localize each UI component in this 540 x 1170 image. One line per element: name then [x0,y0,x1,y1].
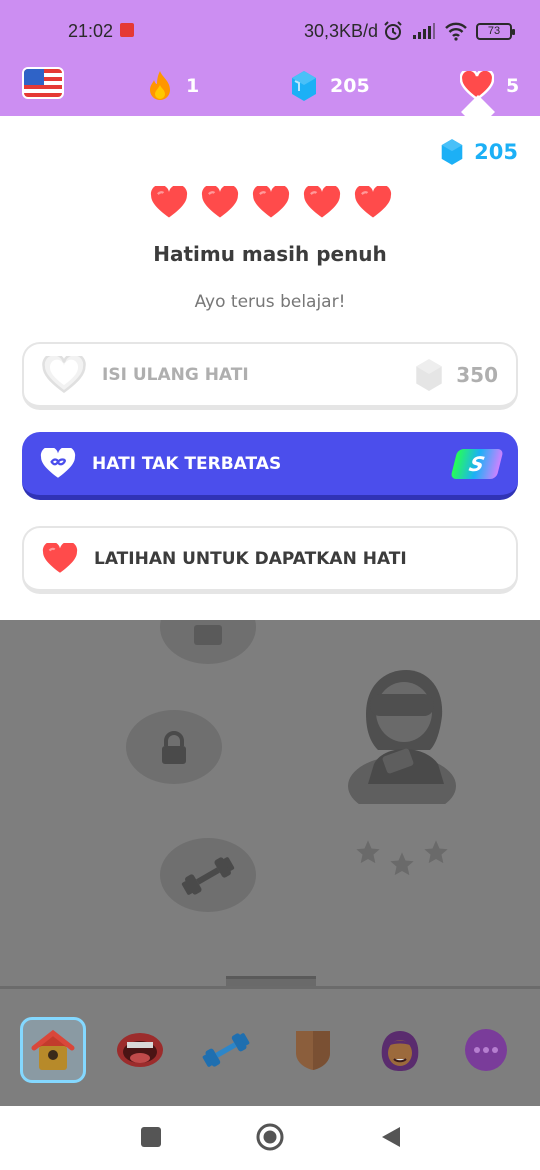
nav-profile[interactable] [367,1017,433,1083]
refill-price-value: 350 [456,362,498,387]
refill-hearts-button[interactable]: ISI ULANG HATI 350 [22,342,518,410]
back-icon[interactable] [380,1125,402,1149]
more-icon [465,1029,507,1071]
status-time: 21:02 [68,21,114,41]
dumbbell-icon [181,857,235,895]
star-icon [390,852,414,876]
hearts-row [150,186,392,220]
heart-icon [252,186,290,218]
path-divider [226,976,316,986]
status-icons: 73 [382,20,515,42]
network-speed: 30,3KB/d [304,21,379,41]
league-icon [296,1031,330,1070]
hearts-counter[interactable]: 5 [460,66,519,106]
gems-counter[interactable]: 205 [290,66,370,106]
super-badge-icon: S [450,448,504,479]
gem-icon [292,71,316,101]
hearts-subtitle: Ayo terus belajar! [194,292,346,312]
practice-earn-hearts-button[interactable]: LATIHAN UNTUK DAPATKAN HATI [22,526,518,594]
speaking-icon [117,1033,163,1067]
unlimited-label: HATI TAK TERBATAS [92,453,282,474]
profile-icon [381,1031,419,1071]
practice-label: LATIHAN UNTUK DAPATKAN HATI [94,548,407,569]
bottom-nav [0,986,540,1106]
star-icon [356,840,380,864]
system-nav-bar [0,1106,540,1170]
home-icon [31,1029,75,1070]
home-system-icon[interactable] [256,1123,284,1151]
heart-outline-icon [42,355,86,393]
gems-count: 205 [330,75,370,97]
learning-path-overlay[interactable] [0,620,540,986]
hearts-count: 5 [506,75,520,97]
star-icon [424,840,448,864]
gem-icon [416,358,442,391]
wifi-icon [445,22,467,41]
nav-home[interactable] [20,1017,86,1083]
practice-icon [202,1033,250,1067]
heart-icon [201,186,239,218]
streak-count: 1 [186,75,200,97]
refill-label: ISI ULANG HATI [102,364,249,385]
flame-icon [150,71,170,100]
rating-stars [354,838,450,878]
streak-counter[interactable]: 1 [146,66,199,106]
battery-icon: 73 [476,22,515,40]
character-illustration [348,670,456,804]
heart-icon [303,186,341,218]
alarm-icon [384,21,402,40]
nav-speaking[interactable] [107,1017,173,1083]
battery-level: 73 [487,25,501,37]
chest-icon [194,625,222,645]
top-bar: 1 205 5 [0,60,540,116]
recents-icon[interactable] [140,1126,162,1148]
nav-practice[interactable] [193,1017,259,1083]
nav-league[interactable] [280,1017,346,1083]
path-node[interactable] [160,620,256,678]
refill-price: 350 [414,358,498,392]
status-bar: 21:02 30,3KB/d 73 [0,0,540,60]
unlimited-hearts-button[interactable]: HATI TAK TERBATAS S [22,432,518,500]
heart-icon [150,186,188,218]
lock-icon [162,731,186,764]
heart-icon [42,542,78,573]
nav-more[interactable] [453,1017,519,1083]
heart-icon [354,186,392,218]
notification-icon [120,23,134,37]
gem-icon [441,139,463,165]
infinity-heart-icon [40,447,76,478]
hearts-panel: 205 Hatimu masih penuh Ayo terus belajar… [0,116,540,620]
signal-icon [413,23,435,39]
top-zone: 21:02 30,3KB/d 73 1 205 5 [0,0,540,116]
gems-balance: 205 [440,138,518,166]
hearts-title: Hatimu masih penuh [153,242,387,266]
path-node-practice[interactable] [160,838,256,926]
us-flag-icon[interactable] [22,67,64,99]
path-node-locked[interactable] [126,710,222,798]
gems-balance-value: 205 [474,140,518,164]
